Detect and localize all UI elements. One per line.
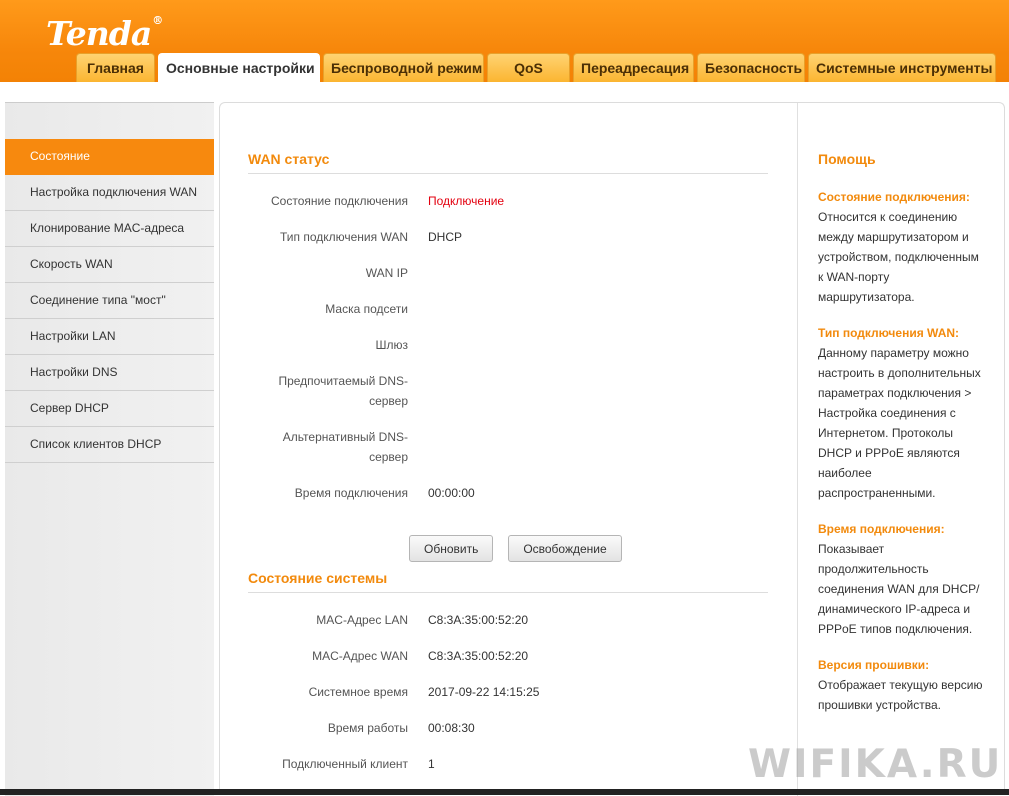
sidebar-item-dhcp-clients[interactable]: Список клиентов DHCP — [5, 427, 214, 463]
row-label: Время подключения — [294, 486, 408, 500]
tab-security[interactable]: Безопасность — [697, 53, 805, 82]
tab-qos[interactable]: QoS — [487, 53, 570, 82]
header-bar: Tenda® Главная Основные настройки Беспро… — [0, 0, 1009, 82]
sidebar-item-mac-clone[interactable]: Клонирование MAC-адреса — [5, 211, 214, 247]
mac-lan-value: C8:3A:35:00:52:20 — [428, 613, 529, 627]
help-line: DHCP и PPPoE являются — [818, 446, 960, 460]
help-heading: Версия прошивки: — [818, 658, 930, 672]
row-label: Предпочитаемый DNS- — [278, 374, 408, 388]
help-line: устройством, подключенным — [818, 250, 979, 264]
help-block-wan-type: Тип подключения WAN: Данному параметру м… — [818, 323, 988, 503]
help-line: настроить в дополнительных — [818, 366, 981, 380]
row-label: Шлюз — [375, 338, 408, 352]
wan-type-value: DHCP — [428, 230, 463, 244]
wan-status-title: WAN статус — [248, 151, 330, 167]
sidebar-item-bridge[interactable]: Соединение типа "мост" — [5, 283, 214, 319]
sidebar-item-wan-setup[interactable]: Настройка подключения WAN — [5, 175, 214, 211]
row-label: MAC-Адрес LAN — [316, 613, 408, 627]
main-nav: Главная Основные настройки Беспроводной … — [76, 53, 996, 82]
uptime-value: 00:08:30 — [428, 721, 475, 735]
help-line: распространенными. — [818, 486, 936, 500]
refresh-button[interactable]: Обновить — [409, 535, 493, 562]
sidebar-item-dns[interactable]: Настройки DNS — [5, 355, 214, 391]
help-line: соединения WAN для DHCP/ — [818, 582, 980, 596]
sidebar-item-wan-speed[interactable]: Скорость WAN — [5, 247, 214, 283]
help-heading: Время подключения: — [818, 522, 945, 536]
help-line: динамического IP-адреса и — [818, 602, 971, 616]
help-line: Настройка соединения с — [818, 406, 956, 420]
watermark: WIFIKA.RU — [748, 742, 1003, 787]
help-line: к WAN-порту — [818, 270, 890, 284]
connection-time-value: 00:00:00 — [428, 486, 475, 500]
connection-state-value: Подключение — [428, 194, 505, 208]
bottom-edge — [0, 789, 1009, 795]
help-line: Данному параметру можно — [818, 346, 969, 360]
divider — [248, 173, 768, 174]
clients-value: 1 — [428, 757, 435, 771]
tab-home[interactable]: Главная — [76, 53, 155, 82]
row-label: Системное время — [308, 685, 408, 699]
main-panel: WAN статус Состояние подключения Подключ… — [219, 102, 1005, 796]
help-block-connection-time: Время подключения: Показывает продолжите… — [818, 519, 988, 639]
row-label: Состояние подключения — [271, 194, 408, 208]
release-button[interactable]: Освобождение — [508, 535, 622, 562]
row-label: Время работы — [327, 721, 408, 735]
help-panel: Помощь Состояние подключения: Относится … — [797, 103, 1005, 796]
tab-basic-settings[interactable]: Основные настройки — [158, 53, 320, 82]
help-heading: Состояние подключения: — [818, 190, 970, 204]
help-line: прошивки устройства. — [818, 698, 941, 712]
sidebar: Состояние Настройка подключения WAN Клон… — [5, 102, 214, 796]
help-heading: Тип подключения WAN: — [818, 326, 960, 340]
sidebar-item-status[interactable]: Состояние — [5, 139, 214, 175]
mac-wan-value: C8:3A:35:00:52:20 — [428, 649, 529, 663]
help-title: Помощь — [818, 151, 876, 167]
tab-forwarding[interactable]: Переадресация — [573, 53, 694, 82]
row-label: сервер — [369, 394, 408, 408]
row-label: Маска подсети — [325, 302, 408, 316]
row-label: Тип подключения WAN — [279, 230, 408, 244]
help-line: продолжительность — [818, 562, 929, 576]
row-label: Подключенный клиент — [282, 757, 408, 771]
status-content: WAN статус Состояние подключения Подключ… — [220, 103, 797, 796]
help-line: Интернетом. Протоколы — [818, 426, 953, 440]
row-label: Альтернативный DNS- — [282, 430, 408, 444]
help-line: Относится к соединению — [818, 210, 958, 224]
help-line: параметрах подключения > — [818, 386, 972, 400]
help-line: наиболее — [818, 466, 872, 480]
tab-system-tools[interactable]: Системные инструменты — [808, 53, 996, 82]
help-line: маршрутизатора. — [818, 290, 915, 304]
sidebar-item-lan[interactable]: Настройки LAN — [5, 319, 214, 355]
system-time-value: 2017-09-22 14:15:25 — [428, 685, 540, 699]
system-status-title: Состояние системы — [248, 570, 388, 586]
divider — [248, 592, 768, 593]
help-line: между маршрутизатором и — [818, 230, 969, 244]
row-label: сервер — [369, 450, 408, 464]
sidebar-item-dhcp-server[interactable]: Сервер DHCP — [5, 391, 214, 427]
help-line: Показывает — [818, 542, 885, 556]
help-line: Отображает текущую версию — [818, 678, 983, 692]
help-block-firmware: Версия прошивки: Отображает текущую верс… — [818, 655, 988, 715]
help-block-connection-state: Состояние подключения: Относится к соеди… — [818, 187, 988, 307]
tenda-logo[interactable]: Tenda® — [46, 14, 163, 53]
tab-wireless[interactable]: Беспроводной режим — [323, 53, 484, 82]
help-line: PPPoE типов подключения. — [818, 622, 973, 636]
row-label: MAC-Адрес WAN — [312, 649, 408, 663]
row-label: WAN IP — [365, 266, 408, 280]
